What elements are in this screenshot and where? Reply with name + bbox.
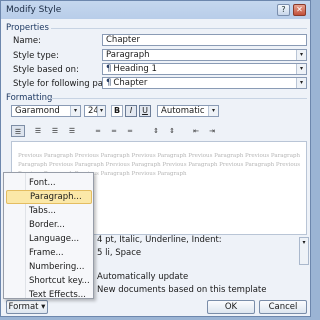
formatting-divider xyxy=(51,98,307,99)
format-button[interactable]: Format ▾ xyxy=(6,300,48,314)
italic-button[interactable]: I xyxy=(125,105,137,117)
font-select[interactable]: Garamond ▾ xyxy=(11,105,81,117)
menu-item-font[interactable]: Font... xyxy=(6,176,92,190)
cancel-button[interactable]: Cancel xyxy=(259,300,307,314)
menu-item-frame[interactable]: Frame... xyxy=(6,246,92,260)
font-size-select[interactable]: 24 ▾ xyxy=(84,105,106,117)
single-spacing-icon[interactable]: ═ xyxy=(91,125,105,137)
style-description: 4 pt, Italic, Underline, Indent: 5 li, S… xyxy=(97,233,309,265)
following-paragraph-select[interactable]: ¶ Chapter ▾ xyxy=(102,77,307,89)
close-button[interactable]: ✕ xyxy=(293,4,306,16)
auto-update-checkbox-label[interactable]: Automatically update xyxy=(97,272,188,282)
style-type-label: Style type: xyxy=(13,51,59,61)
align-center-icon[interactable]: ☰ xyxy=(31,125,45,137)
based-on-label: Style based on: xyxy=(13,65,79,75)
title-bar: Modify Style ? ✕ xyxy=(1,1,310,19)
properties-heading: Properties xyxy=(6,23,49,33)
based-on-select[interactable]: ¶ Heading 1 ▾ xyxy=(102,63,307,75)
menu-item-border[interactable]: Border... xyxy=(6,218,92,232)
based-on-value: Heading 1 xyxy=(113,64,157,74)
dialog-title: Modify Style xyxy=(6,5,62,15)
chevron-down-icon: ▾ xyxy=(97,106,105,116)
chevron-down-icon: ▾ xyxy=(302,239,306,246)
name-value: Chapter xyxy=(106,35,140,45)
decrease-indent-icon[interactable]: ⇤ xyxy=(189,125,203,137)
chevron-down-icon: ▾ xyxy=(296,78,306,88)
menu-item-tabs[interactable]: Tabs... xyxy=(6,204,92,218)
underline-button[interactable]: U xyxy=(139,105,151,117)
chevron-down-icon: ▾ xyxy=(296,50,306,60)
properties-divider xyxy=(51,28,307,29)
justify-icon[interactable]: ☰ xyxy=(65,125,79,137)
chevron-down-icon: ▾ xyxy=(208,106,218,116)
following-paragraph-value: Chapter xyxy=(113,78,148,88)
description-line: 5 li, Space xyxy=(97,248,142,258)
paragraph-style-icon: ¶ xyxy=(106,64,112,74)
name-input[interactable]: Chapter xyxy=(102,34,307,46)
help-button[interactable]: ? xyxy=(277,4,290,16)
menu-item-paragraph[interactable]: Paragraph... xyxy=(6,190,92,204)
chevron-down-icon: ▾ xyxy=(296,64,306,74)
align-right-icon[interactable]: ☰ xyxy=(48,125,62,137)
font-value: Garamond xyxy=(15,106,60,116)
menu-item-numbering[interactable]: Numbering... xyxy=(6,260,92,274)
menu-item-language[interactable]: Language... xyxy=(6,232,92,246)
menu-item-shortcut-key[interactable]: Shortcut key... xyxy=(6,274,92,288)
new-documents-radio-label[interactable]: New documents based on this template xyxy=(97,285,267,295)
font-color-select[interactable]: Automatic ▾ xyxy=(157,105,219,117)
format-menu: Font... Paragraph... Tabs... Border... L… xyxy=(3,172,94,302)
chevron-down-icon: ▾ xyxy=(70,106,80,116)
space-after-icon[interactable]: ⇕ xyxy=(165,125,179,137)
name-label: Name: xyxy=(13,36,41,46)
ok-button[interactable]: OK xyxy=(207,300,255,314)
paragraph-style-icon: ¶ xyxy=(106,78,112,88)
style-type-select[interactable]: Paragraph ▾ xyxy=(102,49,307,61)
menu-item-text-effects[interactable]: Text Effects... xyxy=(6,288,92,302)
double-spacing-icon[interactable]: ═ xyxy=(123,125,137,137)
formatting-heading: Formatting xyxy=(6,93,53,103)
space-before-icon[interactable]: ⇕ xyxy=(149,125,163,137)
preview-line: Previous Paragraph Previous Paragraph Pr… xyxy=(18,153,300,159)
font-color-value: Automatic xyxy=(161,106,205,116)
increase-indent-icon[interactable]: ⇥ xyxy=(205,125,219,137)
preview-line: Paragraph Previous Paragraph Previous Pa… xyxy=(18,162,300,168)
style-type-value: Paragraph xyxy=(106,50,150,60)
description-scrollbar[interactable]: ▾ xyxy=(299,237,309,265)
bold-button[interactable]: B xyxy=(111,105,123,117)
description-line: 4 pt, Italic, Underline, Indent: xyxy=(97,235,222,245)
one-half-spacing-icon[interactable]: ═ xyxy=(107,125,121,137)
align-left-icon[interactable]: ☰ xyxy=(11,125,25,137)
